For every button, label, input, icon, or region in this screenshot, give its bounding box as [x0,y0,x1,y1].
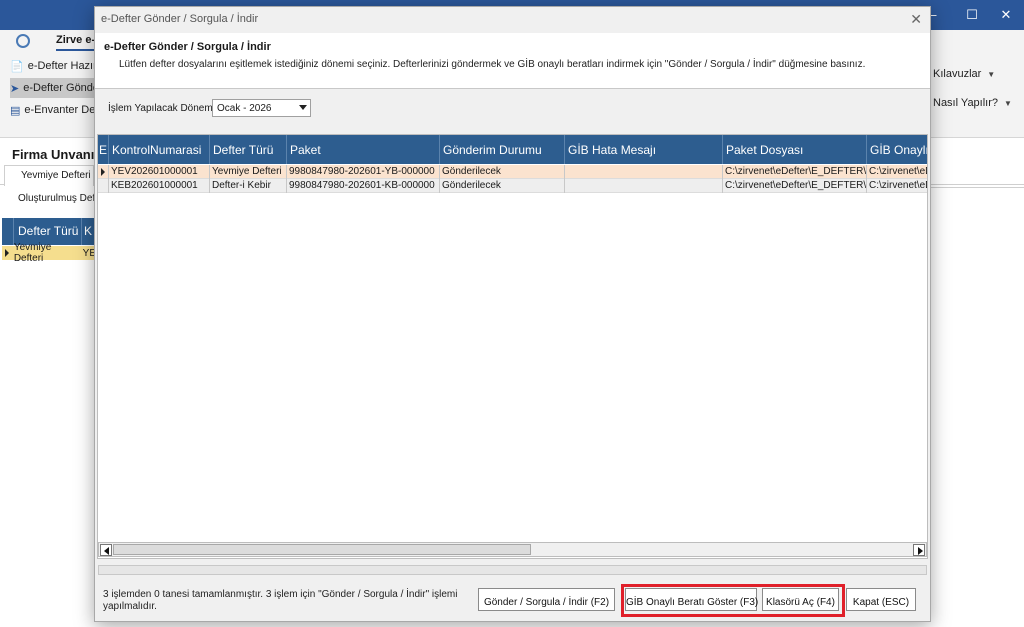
cell-tur[interactable]: Defter-i Kebir [210,179,287,193]
grid-header: E KontrolNumarasi Defter Türü Paket Gönd… [98,135,927,164]
cell-tur[interactable]: Yevmiye Defteri [210,165,287,179]
scroll-right-icon[interactable] [913,544,925,556]
guides-menu[interactable]: Kılavuzlar ▼ [933,68,995,80]
cell-dosya[interactable]: C:\zirvenet\eDefter\E_DEFTER\99 [723,165,867,179]
cell-durum[interactable]: Gönderilecek [440,165,565,179]
progress-bar [98,565,927,575]
cell-hata[interactable] [565,165,723,179]
column-header[interactable]: Gönderim Durumu [440,135,565,164]
maximize-button[interactable]: ☐ [954,0,990,30]
firma-label: Firma Unvanı : [12,147,103,162]
horizontal-scrollbar[interactable] [98,542,927,557]
ribbon-item-label: e-Defter Hazırla [27,60,94,72]
close-button[interactable]: Kapat (ESC) [846,588,916,611]
howto-menu[interactable]: Nasıl Yapılır? ▼ [933,97,1012,109]
edefter-dialog: e-Defter Gönder / Sorgula / İndir ✕ e-De… [94,6,931,622]
column-header[interactable]: Defter Türü [210,135,287,164]
bg-sub-label: Oluşturulmuş Defte [18,193,104,204]
table-row[interactable]: YEV202601000001 Yevmiye Defteri 99808479… [98,165,927,179]
cell-paket[interactable]: 9980847980-202601-YB-000000 [287,165,440,179]
show-berat-button[interactable]: GİB Onaylı Beratı Göster (F3) [625,588,758,611]
ribbon-item-gonder[interactable]: ➤ e-Defter Gönde [10,78,94,98]
period-label: İşlem Yapılacak Dönem [108,103,213,114]
records-grid: E KontrolNumarasi Defter Türü Paket Gönd… [97,134,928,559]
ribbon-item-envanter[interactable]: ▤ e-Envanter Deft [10,100,94,120]
ribbon-tab-zirve[interactable]: Zirve e- [56,34,95,46]
bg-panel-right [930,168,1024,188]
status-text: 3 işlemden 0 tanesi tamamlanmıştır. 3 iş… [103,589,458,612]
howto-label: Nasıl Yapılır? [933,97,999,109]
dialog-header: e-Defter Gönder / Sorgula / İndir Lütfen… [95,33,930,89]
column-header[interactable]: GİB Onaylı P [867,135,927,164]
bg-grid-row[interactable]: Yevmiye Defteri YE [2,242,96,264]
column-header[interactable]: Paket [287,135,440,164]
bg-grid-row-label: Yevmiye Defteri [13,242,52,264]
header-description: Lütfen defter dosyalarını eşitlemek iste… [119,59,866,70]
ribbon-item-label: e-Defter Gönde [23,82,94,94]
header-title: e-Defter Gönder / Sorgula / İndir [104,41,271,53]
inventory-icon: ▤ [10,104,21,117]
cell-dosya[interactable]: C:\zirvenet\eDefter\E_DEFTER\99 [723,179,867,193]
send-icon: ➤ [10,82,20,95]
chevron-down-icon[interactable] [299,105,307,110]
scroll-thumb[interactable] [113,544,531,555]
period-value: Ocak - 2026 [217,103,272,114]
tab-yevmiye[interactable]: Yevmiye Defteri [4,165,94,186]
send-query-download-button[interactable]: Gönder / Sorgula / İndir (F2) [478,588,615,611]
row-indicator [98,179,109,193]
close-icon[interactable]: ✕ [910,11,922,28]
bg-grid-header-trail: K [84,224,93,238]
row-indicator [98,165,109,179]
cell-onayli[interactable]: C:\zirvenet\eDe [867,165,927,179]
guides-label: Kılavuzlar [933,68,982,80]
period-select[interactable]: Ocak - 2026 [212,99,311,117]
current-row-icon [101,168,105,176]
bg-grid-header-label: Defter Türü [14,218,82,245]
dialog-title: e-Defter Gönder / Sorgula / İndir [101,13,259,25]
cell-kontrol[interactable]: YEV202601000001 [109,165,210,179]
cell-kontrol[interactable]: KEB202601000001 [109,179,210,193]
cell-onayli[interactable]: C:\zirvenet\eDe [867,179,927,193]
column-header[interactable]: GİB Hata Mesajı [565,135,723,164]
ribbon-item-hazirla[interactable]: 📄e-Defter Hazırla [10,56,94,76]
column-header[interactable]: Paket Dosyası [723,135,867,164]
column-header[interactable]: KontrolNumarasi [109,135,210,164]
cell-durum[interactable]: Gönderilecek [440,179,565,193]
cell-paket[interactable]: 9980847980-202601-KB-000000 [287,179,440,193]
open-folder-button[interactable]: Klasörü Aç (F4) [762,588,839,611]
chevron-down-icon: ▼ [987,69,996,79]
close-app-button[interactable]: ✕ [988,0,1024,30]
chevron-down-icon: ▼ [1004,98,1012,108]
bg-grid-header: Defter Türü K [2,218,96,245]
ribbon-item-label: e-Envanter Deft [24,104,94,116]
cell-hata[interactable] [565,179,723,193]
ribbon-tab-underline [56,49,96,51]
column-header[interactable]: E [98,135,109,164]
app-logo-icon [16,34,30,48]
scroll-left-icon[interactable] [100,544,112,556]
dialog-titlebar[interactable]: e-Defter Gönder / Sorgula / İndir ✕ [95,7,930,31]
table-row[interactable]: KEB202601000001 Defter-i Kebir 998084798… [98,179,927,193]
document-icon: 📄 [10,60,24,73]
